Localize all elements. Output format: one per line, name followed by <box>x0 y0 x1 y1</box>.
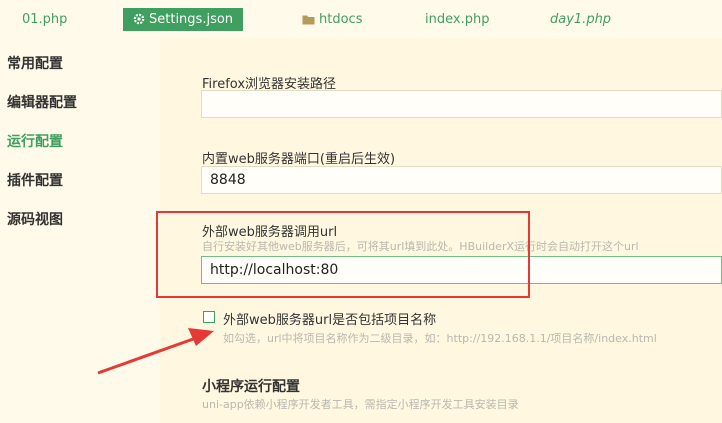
annotation-arrow-icon <box>97 328 214 375</box>
